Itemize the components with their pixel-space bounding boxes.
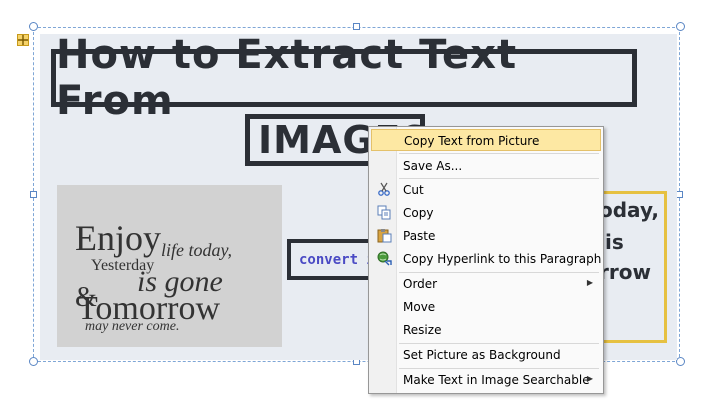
copy-icon [376,205,392,221]
menu-item-cut[interactable]: Cut [371,179,601,201]
menu-item-label: Move [403,300,436,314]
menu-item-set-picture-background[interactable]: Set Picture as Background [371,344,601,366]
menu-item-make-text-searchable[interactable]: Make Text in Image Searchable ▶ [371,369,601,391]
scissors-icon [376,182,392,198]
context-menu: Copy Text from Picture Save As... Cut Co… [368,126,604,394]
menu-item-label: Paste [403,229,436,243]
menu-item-label: Copy Text from Picture [404,134,540,148]
menu-item-resize[interactable]: Resize [371,319,601,341]
menu-item-move[interactable]: Move [371,296,601,318]
submenu-arrow-icon: ▶ [586,374,593,383]
menu-separator [399,153,599,154]
menu-item-copy[interactable]: Copy [371,202,601,224]
menu-item-copy-hyperlink[interactable]: Copy Hyperlink to this Paragraph [371,248,601,270]
resize-handle-left[interactable] [30,191,37,198]
menu-item-label: Set Picture as Background [403,348,561,362]
paste-icon [376,228,392,244]
resize-handle-top-left[interactable] [29,22,38,31]
menu-item-label: Resize [403,323,442,337]
menu-item-label: Save As... [403,159,463,173]
hyperlink-icon [376,251,392,267]
menu-item-copy-text-from-picture[interactable]: Copy Text from Picture [371,129,601,151]
menu-item-label: Copy [403,206,434,220]
quote-text-line-1: oday, [599,198,660,222]
convert-text: convert i [299,251,375,268]
quote-may-never-come: may never come. [85,319,180,334]
resize-handle-bottom-right[interactable] [676,357,685,366]
quote-life-today: life today, [161,240,232,260]
title-line-1: How to Extract Text From [51,32,637,124]
quote-text-line-2: is [605,230,624,254]
menu-item-label: Copy Hyperlink to this Paragraph [403,252,602,266]
quote-text-line-3: rrow [599,260,651,284]
quote-image: Enjoy life today, Yesterday is gone & To… [57,185,282,347]
menu-item-paste[interactable]: Paste [371,225,601,247]
menu-item-order[interactable]: Order ▶ [371,273,601,295]
submenu-arrow-icon: ▶ [586,278,593,287]
resize-handle-right[interactable] [676,191,683,198]
menu-item-save-as[interactable]: Save As... [371,155,601,177]
resize-handle-top-right[interactable] [676,22,685,31]
menu-item-label: Make Text in Image Searchable [403,373,590,387]
quote-enjoy: Enjoy [75,218,161,258]
resize-handle-top[interactable] [353,23,360,30]
menu-item-label: Order [403,277,438,291]
resize-handle-bottom-left[interactable] [29,357,38,366]
menu-item-label: Cut [403,183,424,197]
move-anchor-icon[interactable] [17,34,29,46]
